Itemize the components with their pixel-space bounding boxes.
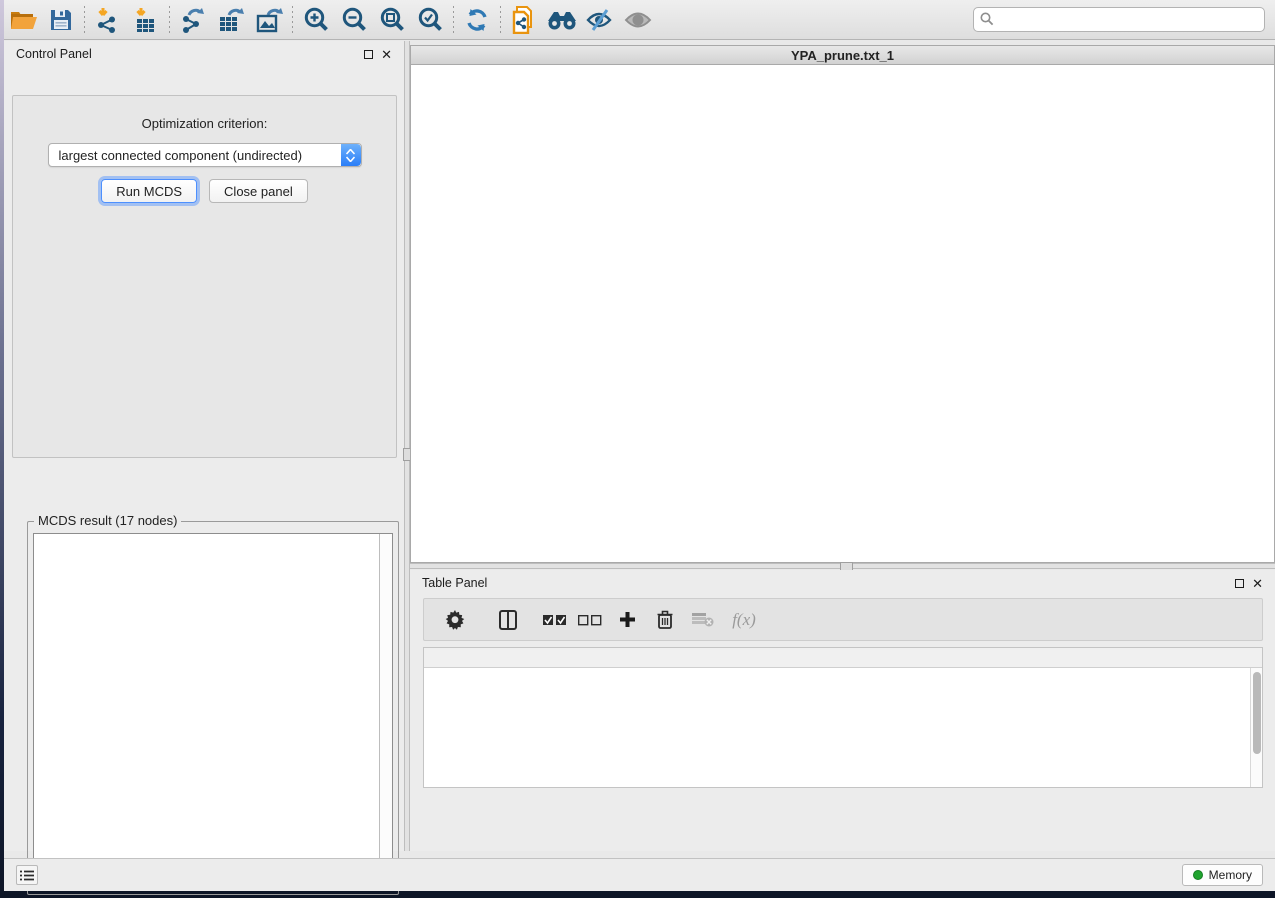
horizontal-splitter[interactable] <box>410 563 1275 569</box>
memory-button[interactable]: Memory <box>1182 864 1263 886</box>
table-header-row <box>424 648 1262 668</box>
mcds-result-box: MCDS result (17 nodes) <box>27 521 399 895</box>
control-panel-header: Control Panel ✕ <box>4 41 404 67</box>
node-table <box>423 647 1263 788</box>
float-panel-icon[interactable] <box>1235 579 1244 588</box>
zoom-in-icon[interactable] <box>297 3 335 37</box>
toolbar-separator <box>500 6 501 34</box>
open-file-icon[interactable] <box>4 3 42 37</box>
delete-columns-icon[interactable] <box>646 602 684 638</box>
select-stepper-icon <box>341 144 361 166</box>
toolbar-separator <box>292 6 293 34</box>
mcds-tab-content: Optimization criterion: largest connecte… <box>12 95 397 458</box>
first-neighbors-icon[interactable] <box>543 3 581 37</box>
search-icon <box>980 12 994 26</box>
export-image-icon[interactable] <box>250 3 288 37</box>
show-all-icon[interactable] <box>619 3 657 37</box>
list-icon <box>20 870 34 881</box>
toolbar-separator <box>453 6 454 34</box>
application-window: Control Panel ✕ Optimization criterion: … <box>4 0 1275 891</box>
zoom-fit-icon[interactable] <box>373 3 411 37</box>
export-network-icon[interactable] <box>174 3 212 37</box>
close-panel-icon[interactable]: ✕ <box>1252 577 1263 590</box>
close-panel-button[interactable]: Close panel <box>209 179 308 203</box>
network-window-title: YPA_prune.txt_1 <box>411 48 1274 63</box>
hide-selected-icon[interactable] <box>581 3 619 37</box>
network-window-titlebar[interactable]: YPA_prune.txt_1 <box>411 46 1274 65</box>
toolbar-separator <box>84 6 85 34</box>
table-panel-header: Table Panel ✕ <box>410 570 1275 596</box>
select-all-rows-icon[interactable] <box>538 602 572 638</box>
status-bar: Memory <box>4 858 1275 891</box>
table-panel: Table Panel ✕ <box>410 570 1275 851</box>
toolbar-separator <box>169 6 170 34</box>
task-history-button[interactable] <box>16 865 38 885</box>
control-panel: Control Panel ✕ Optimization criterion: … <box>4 41 404 851</box>
mcds-list-scrollbar[interactable] <box>379 534 392 888</box>
import-network-icon[interactable] <box>89 3 127 37</box>
zoom-out-icon[interactable] <box>335 3 373 37</box>
run-mcds-button[interactable]: Run MCDS <box>101 179 197 203</box>
mcds-result-list[interactable] <box>33 533 393 889</box>
optimization-criterion-label: Optimization criterion: <box>13 116 396 131</box>
add-column-icon[interactable] <box>608 602 646 638</box>
main-toolbar <box>4 0 1275 40</box>
save-session-icon[interactable] <box>42 3 80 37</box>
new-network-from-selection-icon[interactable] <box>505 3 543 37</box>
control-panel-title: Control Panel <box>16 47 92 61</box>
export-table-icon[interactable] <box>212 3 250 37</box>
optimization-criterion-value: largest connected component (undirected) <box>59 148 303 163</box>
refresh-icon[interactable] <box>458 3 496 37</box>
network-view-window: YPA_prune.txt_1 <box>410 45 1275 563</box>
network-graph[interactable] <box>411 65 1274 562</box>
function-builder-icon: f(x) <box>722 602 766 638</box>
fx-label: f(x) <box>732 610 756 630</box>
deselect-all-rows-icon[interactable] <box>572 602 608 638</box>
memory-label: Memory <box>1209 868 1252 882</box>
search-field-wrap <box>973 7 1265 32</box>
table-scrollbar-thumb[interactable] <box>1253 672 1261 754</box>
close-panel-icon[interactable]: ✕ <box>381 48 392 61</box>
network-canvas[interactable] <box>411 65 1274 562</box>
show-columns-icon[interactable] <box>478 602 538 638</box>
optimization-criterion-select[interactable]: largest connected component (undirected) <box>48 143 362 167</box>
memory-status-icon <box>1193 870 1203 880</box>
table-options-gear-icon[interactable] <box>432 602 478 638</box>
import-table-icon[interactable] <box>127 3 165 37</box>
mcds-result-title: MCDS result (17 nodes) <box>34 513 181 528</box>
table-toolbar: f(x) <box>423 598 1263 641</box>
table-scrollbar[interactable] <box>1250 668 1262 787</box>
delete-table-icon[interactable] <box>684 602 722 638</box>
float-panel-icon[interactable] <box>364 50 373 59</box>
search-input[interactable] <box>973 7 1265 32</box>
zoom-selected-icon[interactable] <box>411 3 449 37</box>
table-panel-title: Table Panel <box>422 576 487 590</box>
